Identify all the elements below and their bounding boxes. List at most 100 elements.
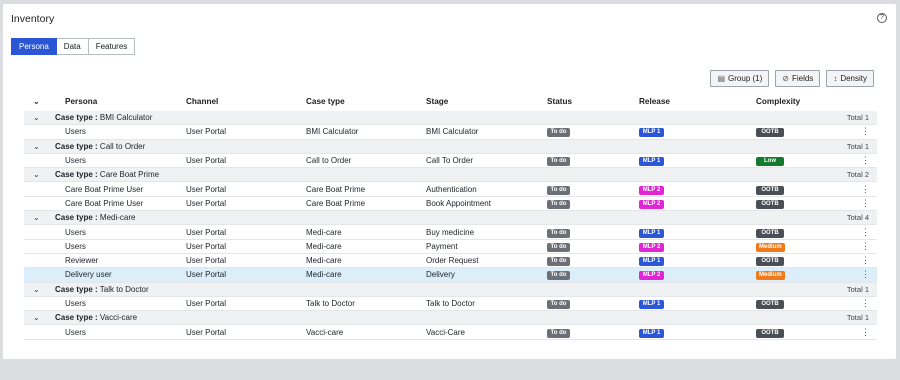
more-actions-icon[interactable]: ⋮ [854, 198, 877, 209]
page-title: Inventory [11, 13, 55, 25]
col-header-complexity[interactable]: Complexity [756, 97, 854, 106]
group-button-label: Group (1) [728, 74, 763, 83]
cell-persona: Users [65, 156, 86, 166]
cell-channel: User Portal [186, 184, 227, 194]
table-row[interactable]: Care Boat Prime User User Portal Care Boat… [24, 197, 877, 212]
col-header-persona[interactable]: Persona [50, 97, 186, 106]
complexity-badge: Medium [756, 242, 785, 252]
cell-complexity: OOTB [756, 184, 854, 195]
complexity-badge: Medium [756, 271, 785, 281]
chevron-down-icon[interactable]: ⌄ [24, 213, 50, 222]
cell-stage: Payment [426, 241, 458, 251]
group-total: Total 4 [846, 213, 869, 223]
release-badge: MLP 1 [639, 157, 664, 167]
col-header-release[interactable]: Release [639, 97, 756, 106]
status-badge: To do [547, 199, 570, 209]
cell-persona: Care Boat Prime User [65, 184, 144, 194]
chevron-down-icon[interactable]: ⌄ [24, 313, 50, 322]
group-title: Case type : BMI Calculator [50, 113, 847, 122]
table-row[interactable]: Users User Portal Medi-care Buy medicine To … [24, 225, 877, 240]
density-icon: ↕ [833, 74, 838, 83]
table-row[interactable]: Delivery user User Portal Medi-care Deliver… [24, 268, 877, 283]
cell-case-type: Care Boat Prime [306, 184, 366, 194]
cell-case-type: Care Boat Prime [306, 198, 366, 208]
more-actions-icon[interactable]: ⋮ [854, 269, 877, 280]
chevron-down-icon[interactable]: ⌄ [24, 170, 50, 179]
fields-button[interactable]: ⊘ Fields [775, 70, 821, 87]
more-actions-icon[interactable]: ⋮ [854, 255, 877, 266]
cell-release: MLP 2 [639, 184, 756, 195]
cell-status: To do [547, 241, 639, 252]
cell-stage: Authentication [426, 184, 477, 194]
cell-channel: User Portal [186, 227, 227, 237]
group-row[interactable]: ⌄ Case type : Vacci-care Total 1 [24, 311, 877, 326]
cell-status: To do [547, 198, 639, 209]
cell-case-type: Call to Order [306, 156, 352, 166]
more-actions-icon[interactable]: ⋮ [854, 298, 877, 309]
cell-stage: Order Request [426, 256, 479, 266]
cell-persona: Users [65, 227, 86, 237]
group-row[interactable]: ⌄ Case type : Care Boat Prime Total 2 [24, 168, 877, 183]
tab-features[interactable]: Features [88, 38, 136, 55]
cell-complexity: OOTB [756, 327, 854, 338]
help-icon[interactable]: ? [877, 13, 887, 23]
table-row[interactable]: Users User Portal Vacci-care Vacci-Care To d… [24, 325, 877, 340]
status-badge: To do [547, 228, 570, 238]
group-title: Case type : Talk to Doctor [50, 285, 847, 294]
chevron-down-icon[interactable]: ⌄ [24, 142, 50, 151]
release-badge: MLP 2 [639, 242, 664, 252]
tab-bar: Persona Data Features [11, 38, 136, 55]
hide-fields-icon: ⊘ [782, 74, 789, 83]
cell-case-type: BMI Calculator [306, 127, 359, 137]
group-row[interactable]: ⌄ Case type : Call to Order Total 1 [24, 139, 877, 154]
group-row[interactable]: ⌄ Case type : Talk to Doctor Total 1 [24, 282, 877, 297]
cell-release: MLP 1 [639, 227, 756, 238]
status-badge: To do [547, 271, 570, 281]
tab-data[interactable]: Data [56, 38, 89, 55]
more-actions-icon[interactable]: ⋮ [854, 227, 877, 238]
table-row[interactable]: Users User Portal Talk to Doctor Talk to Do… [24, 297, 877, 312]
status-badge: To do [547, 128, 570, 138]
group-row[interactable]: ⌄ Case type : BMI Calculator Total 1 [24, 111, 877, 126]
fields-button-label: Fields [791, 74, 814, 83]
more-actions-icon[interactable]: ⋮ [854, 155, 877, 166]
cell-status: To do [547, 255, 639, 267]
col-header-stage[interactable]: Stage [426, 97, 547, 106]
collapse-all-icon[interactable]: ⌄ [24, 97, 50, 106]
table-row[interactable]: Users User Portal Medi-care Payment To do MLP… [24, 240, 877, 254]
cell-status: To do [547, 126, 639, 138]
release-badge: MLP 1 [639, 228, 664, 238]
group-title: Case type : Call to Order [50, 142, 847, 151]
col-header-case-type[interactable]: Case type [306, 97, 426, 106]
cell-persona: Users [65, 299, 86, 308]
status-badge: To do [547, 185, 570, 195]
group-label: Case type : [55, 141, 98, 151]
chevron-down-icon[interactable]: ⌄ [24, 285, 50, 294]
table-row[interactable]: Users User Portal BMI Calculator BMI Calcul… [24, 125, 877, 140]
inventory-card: Inventory ? Persona Data Features ▤ Grou… [3, 4, 896, 359]
table-row[interactable]: Care Boat Prime User User Portal Care Boat… [24, 182, 877, 197]
cell-persona: Delivery user [65, 270, 112, 280]
more-actions-icon[interactable]: ⋮ [854, 126, 877, 137]
col-header-channel[interactable]: Channel [186, 97, 306, 106]
status-badge: To do [547, 157, 570, 167]
table-row[interactable]: Users User Portal Call to Order Call To Ord… [24, 154, 877, 169]
group-row[interactable]: ⌄ Case type : Medi-care Total 4 [24, 211, 877, 226]
group-button[interactable]: ▤ Group (1) [710, 70, 770, 87]
cell-release: MLP 1 [639, 255, 756, 267]
tab-persona[interactable]: Persona [11, 38, 57, 55]
group-total: Total 1 [846, 113, 869, 123]
chevron-down-icon[interactable]: ⌄ [24, 113, 50, 122]
complexity-badge: OOTB [756, 300, 784, 309]
cell-channel: User Portal [186, 270, 227, 280]
more-actions-icon[interactable]: ⋮ [854, 184, 877, 195]
cell-status: To do [547, 269, 639, 281]
grid-body: ⌄ Case type : BMI Calculator Total 1 Users U… [24, 111, 877, 340]
density-button[interactable]: ↕ Density [826, 70, 874, 87]
release-badge: MLP 1 [639, 300, 664, 309]
more-actions-icon[interactable]: ⋮ [854, 241, 877, 252]
more-actions-icon[interactable]: ⋮ [854, 327, 877, 338]
col-header-status[interactable]: Status [547, 97, 639, 106]
group-label: Case type : [55, 313, 98, 323]
table-row[interactable]: Reviewer User Portal Medi-care Order Reques… [24, 254, 877, 269]
